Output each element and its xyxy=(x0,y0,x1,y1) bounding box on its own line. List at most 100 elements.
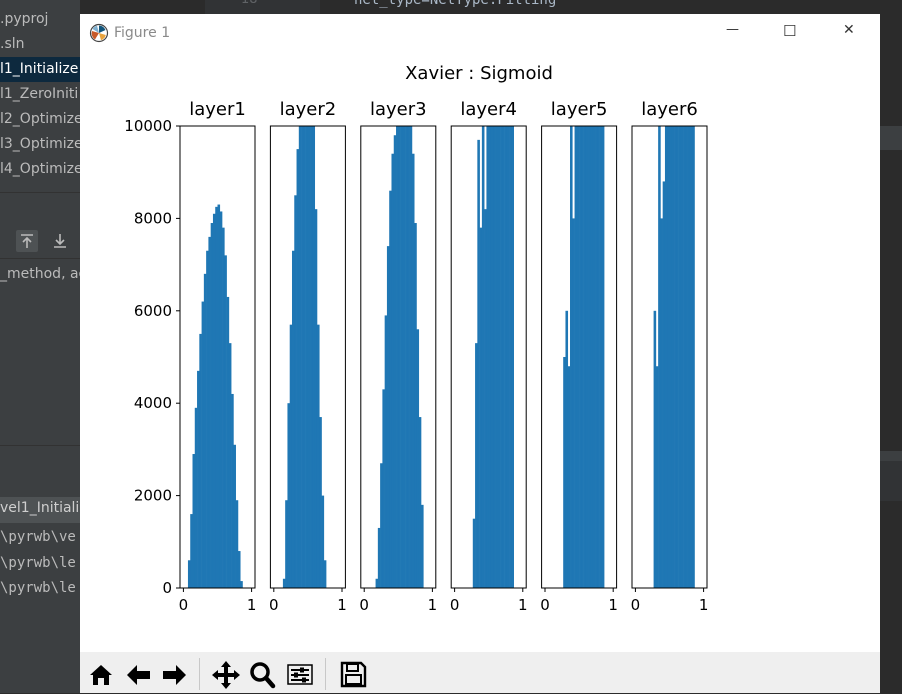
histogram-bar xyxy=(203,273,207,588)
configure-subplots-button[interactable] xyxy=(285,658,315,690)
histogram-bar xyxy=(486,126,489,588)
histogram-bar xyxy=(511,126,514,588)
histogram-bar xyxy=(210,223,214,588)
histogram-bar xyxy=(310,126,313,588)
window-titlebar[interactable]: Figure 1 — ☐ ✕ xyxy=(80,14,880,52)
console-line: \pyrwb\ve xyxy=(0,529,76,545)
ide-code-editor[interactable]: net_type=NetType.Fitting xyxy=(320,0,902,14)
histogram-bar xyxy=(563,357,566,588)
forward-button[interactable] xyxy=(160,658,190,690)
y-tick-label: 0 xyxy=(162,579,172,597)
histogram-bar xyxy=(386,246,390,588)
histogram-bar xyxy=(391,153,395,588)
histogram-bar xyxy=(291,250,295,589)
subplot-title: layer6 xyxy=(641,99,698,120)
run-tab[interactable]: vel1_Initiali xyxy=(0,497,80,523)
histogram-bar xyxy=(669,126,673,588)
histogram-bar xyxy=(590,126,594,588)
histogram-bar xyxy=(206,250,209,589)
histogram-bar xyxy=(307,126,311,588)
histogram-bar xyxy=(416,329,420,588)
console-line: \pyrwb\le xyxy=(0,580,76,596)
histogram-bar xyxy=(597,126,600,588)
histogram-bar xyxy=(509,126,512,588)
histogram-bar xyxy=(194,407,198,588)
back-button[interactable] xyxy=(123,658,153,690)
ide-line-gutter: 18 xyxy=(205,0,320,14)
floppy-disk-icon xyxy=(340,661,367,688)
histogram-bar xyxy=(389,190,392,588)
histogram-bar xyxy=(282,578,286,588)
histogram-bar xyxy=(294,195,297,589)
figure-canvas[interactable]: Xavier : Sigmoid 0 2000 4000 6000 8000 10000 … xyxy=(80,52,880,652)
subplot-layer1: layer1 0 1 xyxy=(179,99,257,614)
project-file[interactable]: .pyproj xyxy=(0,7,48,32)
maximize-icon: ☐ xyxy=(783,22,797,40)
histogram-bar xyxy=(208,236,211,588)
histogram-bar xyxy=(678,126,682,588)
histogram-bar xyxy=(217,204,221,589)
maximize-button[interactable]: ☐ xyxy=(776,22,806,44)
save-button[interactable] xyxy=(338,658,368,690)
project-file[interactable]: .sln xyxy=(0,32,25,57)
close-button[interactable]: ✕ xyxy=(834,22,864,44)
histogram-bar xyxy=(314,209,318,588)
histogram-bar xyxy=(303,126,306,588)
histogram-bar xyxy=(319,417,322,588)
histogram-bar xyxy=(411,153,415,588)
sort-up-icon[interactable] xyxy=(16,230,38,252)
histogram-bar xyxy=(689,126,693,588)
histogram-bar xyxy=(497,126,501,588)
sliders-icon xyxy=(287,664,313,685)
ide-method-text: _method, ac xyxy=(0,266,80,282)
histogram-bar xyxy=(235,500,239,588)
ide-project-panel: .pyproj .sln l1_Initialize l1_ZeroIniti … xyxy=(0,0,80,693)
matplotlib-logo-icon xyxy=(89,23,109,43)
histogram-bar xyxy=(601,126,605,588)
y-tick-label: 8000 xyxy=(134,209,172,227)
histogram-bar xyxy=(502,126,505,588)
histogram-bar xyxy=(296,149,300,588)
arrow-left-icon xyxy=(127,665,150,685)
histogram-bar xyxy=(662,181,666,588)
histogram-bar xyxy=(421,504,424,588)
project-file-selected[interactable]: l1_Initialize xyxy=(0,57,80,82)
x-tick-label: 1 xyxy=(428,596,438,614)
histogram-bar xyxy=(477,139,480,589)
ide-code-fragment: net_type=NetType.Fitting xyxy=(354,0,557,8)
x-tick-label: 1 xyxy=(699,596,709,614)
home-button[interactable] xyxy=(86,658,116,690)
histogram-bar xyxy=(664,126,668,588)
histogram-bar xyxy=(316,324,320,588)
x-tick-label: 1 xyxy=(337,596,347,614)
subplot-layer2: layer2 0 1 xyxy=(269,99,347,614)
histogram-bar xyxy=(592,126,596,588)
histogram-bar xyxy=(305,126,309,588)
subplots: layer10 1layer20 1 layer3 0 1 layer40 1layer50 1… xyxy=(179,99,709,614)
magnifier-icon xyxy=(250,662,276,689)
project-file[interactable]: l3_Optimize xyxy=(0,132,80,157)
histogram-bar xyxy=(212,213,216,588)
project-file[interactable]: l1_ZeroIniti xyxy=(0,82,78,107)
zoom-button[interactable] xyxy=(247,658,277,690)
pan-button[interactable] xyxy=(211,658,241,690)
x-tick-label: 0 xyxy=(631,596,641,614)
subplot-title: layer3 xyxy=(370,99,427,120)
subplot-layer4: layer4 0 1 xyxy=(450,99,528,614)
histogram-bar xyxy=(488,126,492,588)
minimize-button[interactable]: — xyxy=(718,22,748,44)
histogram-bar xyxy=(660,218,663,588)
histogram-bar xyxy=(197,370,200,588)
project-file[interactable]: l2_Optimize xyxy=(0,107,80,132)
chart-title: Xavier : Sigmoid xyxy=(405,63,553,84)
histogram-bar xyxy=(402,126,406,588)
histogram-bar xyxy=(321,495,325,588)
histogram-bar xyxy=(671,126,675,588)
histogram-bar xyxy=(285,500,288,588)
sort-down-icon[interactable] xyxy=(49,230,71,252)
project-file[interactable]: l4_Optimize xyxy=(0,157,80,182)
subplot-layer5: layer5 0 1 xyxy=(540,99,618,614)
histogram-bar xyxy=(224,255,227,589)
histogram-bar xyxy=(219,211,223,588)
histogram-bar xyxy=(414,223,417,588)
